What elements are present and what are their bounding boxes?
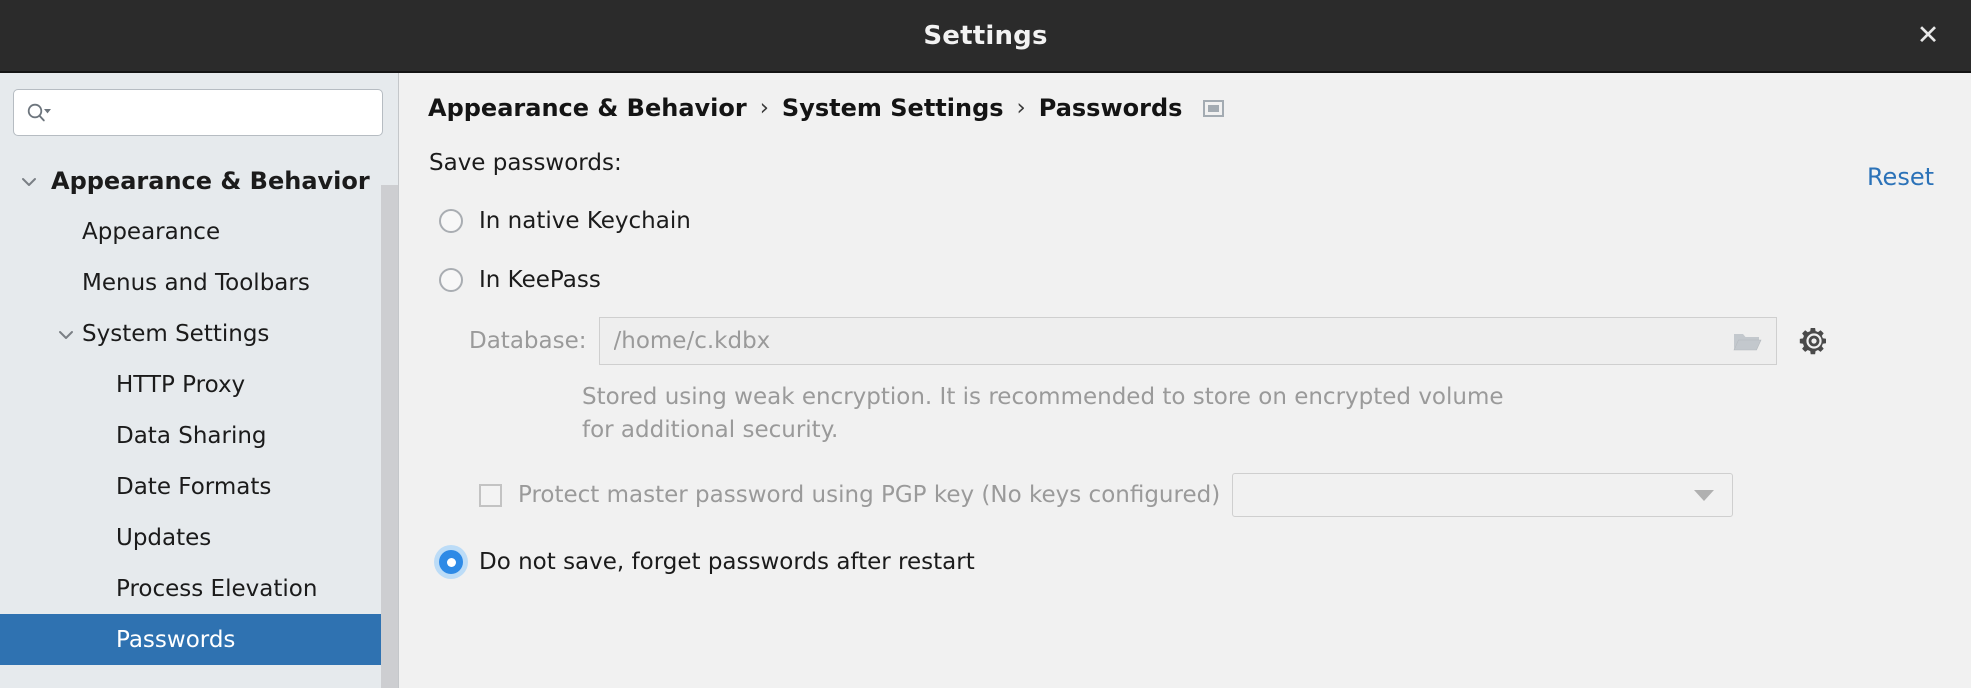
pgp-key-select[interactable] — [1232, 473, 1734, 518]
sidebar-item-label: Menus and Toolbars — [82, 269, 310, 296]
sidebar-item-appearance-and-behavior[interactable]: Appearance & Behavior — [0, 155, 398, 206]
close-icon[interactable]: ✕ — [1911, 19, 1945, 53]
sidebar-item-label: Date Formats — [116, 473, 272, 500]
sidebar-item-label: Appearance — [82, 218, 221, 245]
option-label: In native Keychain — [479, 208, 691, 234]
sidebar: Appearance & Behavior Appearance Menus a… — [0, 73, 399, 688]
window-body: Appearance & Behavior Appearance Menus a… — [0, 73, 1971, 688]
reset-button[interactable]: Reset — [1867, 163, 1934, 191]
database-label: Database: — [469, 328, 587, 354]
titlebar: Settings ✕ — [0, 0, 1971, 73]
panel-toggle-icon[interactable] — [1203, 99, 1225, 117]
breadcrumb-item-passwords[interactable]: Passwords — [1039, 94, 1183, 122]
option-label: Do not save, forget passwords after rest… — [479, 549, 975, 576]
passwords-settings-content: Save passwords: In native Keychain In Ke… — [399, 118, 1971, 580]
sidebar-item-passwords[interactable]: Passwords — [0, 614, 398, 665]
pgp-row: Protect master password using PGP key (N… — [469, 473, 1971, 518]
database-row: Database: /home/c.kdbx — [469, 317, 1971, 365]
window-title: Settings — [923, 20, 1048, 51]
radio-selected-indicator — [439, 550, 463, 575]
gear-icon[interactable] — [1799, 326, 1829, 356]
option-in-keepass[interactable]: In KeePass — [429, 258, 1971, 302]
main-panel: Appearance & Behavior › System Settings … — [399, 73, 1971, 688]
sidebar-item-menus-and-toolbars[interactable]: Menus and Toolbars — [0, 257, 398, 308]
settings-window: Settings ✕ Appearance & Behavior Appeara… — [0, 0, 1971, 688]
sidebar-item-updates[interactable]: Updates — [0, 512, 398, 563]
sidebar-item-label: Passwords — [116, 626, 236, 653]
pgp-checkbox[interactable] — [479, 483, 502, 507]
radio-native-keychain[interactable] — [439, 209, 463, 233]
database-path-value: /home/c.kdbx — [613, 328, 771, 354]
radio-do-not-save[interactable] — [434, 545, 468, 580]
sidebar-item-label: Updates — [116, 524, 212, 551]
search-box[interactable] — [13, 89, 383, 136]
sidebar-item-label: Process Elevation — [116, 575, 318, 602]
sidebar-item-appearance[interactable]: Appearance — [0, 206, 398, 257]
settings-tree: Appearance & Behavior Appearance Menus a… — [0, 155, 398, 665]
sidebar-scrollbar-thumb[interactable] — [381, 185, 398, 688]
option-label: In KeePass — [479, 267, 601, 293]
search-input[interactable] — [58, 101, 370, 124]
sidebar-item-label: Data Sharing — [116, 422, 267, 449]
breadcrumb: Appearance & Behavior › System Settings … — [399, 73, 1971, 122]
sidebar-item-data-sharing[interactable]: Data Sharing — [0, 410, 398, 461]
sidebar-item-label: System Settings — [82, 320, 270, 347]
option-do-not-save[interactable]: Do not save, forget passwords after rest… — [429, 545, 1971, 580]
sidebar-item-process-elevation[interactable]: Process Elevation — [0, 563, 398, 614]
database-path-field[interactable]: /home/c.kdbx — [598, 317, 1777, 365]
chevron-down-icon[interactable] — [55, 323, 77, 345]
save-passwords-label: Save passwords: — [429, 150, 622, 176]
sidebar-item-label: Appearance & Behavior — [51, 166, 370, 195]
breadcrumb-item-system-settings[interactable]: System Settings — [782, 94, 1004, 122]
pgp-label: Protect master password using PGP key (N… — [518, 482, 1221, 509]
sidebar-item-label: HTTP Proxy — [116, 371, 246, 398]
breadcrumb-item-appearance-and-behavior[interactable]: Appearance & Behavior — [428, 94, 747, 122]
search-icon — [26, 102, 52, 124]
folder-icon[interactable] — [1732, 329, 1762, 353]
keepass-options: Database: /home/c.kdbx Stored using weak… — [429, 317, 1971, 518]
search-container — [0, 73, 398, 136]
sidebar-item-date-formats[interactable]: Date Formats — [0, 461, 398, 512]
chevron-down-icon — [1694, 489, 1715, 501]
radio-keepass[interactable] — [439, 268, 463, 292]
breadcrumb-separator: › — [759, 95, 769, 121]
chevron-down-icon[interactable] — [18, 170, 40, 192]
sidebar-item-system-settings[interactable]: System Settings — [0, 308, 398, 359]
option-in-native-keychain[interactable]: In native Keychain — [429, 199, 1971, 243]
encryption-hint: Stored using weak encryption. It is reco… — [582, 384, 1504, 443]
breadcrumb-separator: › — [1016, 95, 1026, 121]
sidebar-item-http-proxy[interactable]: HTTP Proxy — [0, 359, 398, 410]
